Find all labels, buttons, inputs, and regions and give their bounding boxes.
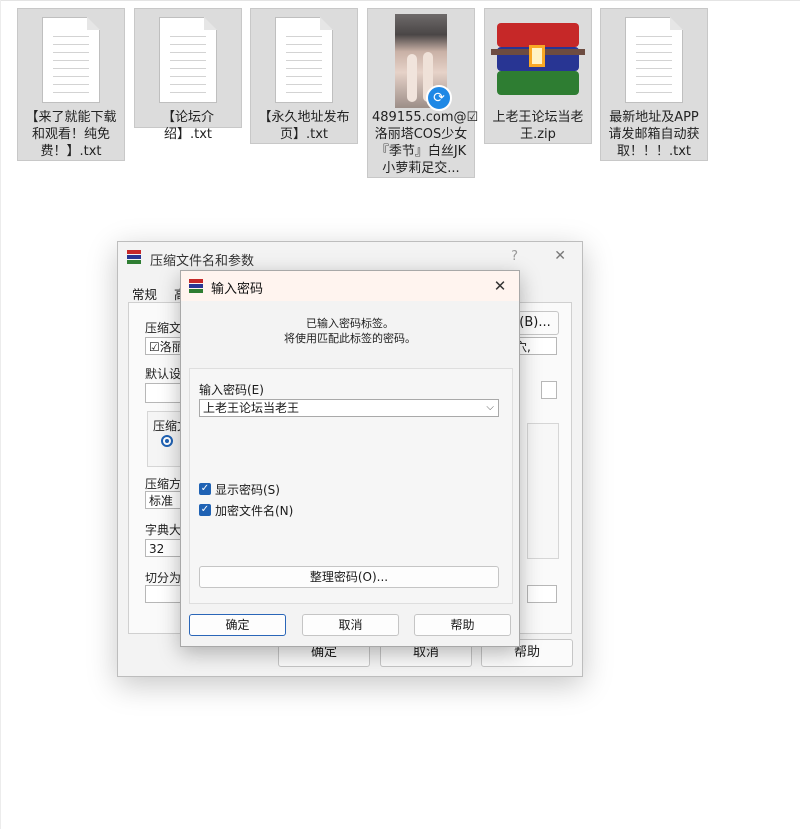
left-border [0, 0, 1, 829]
password-value: 上老王论坛当老王 [203, 401, 300, 415]
winrar-archive-icon [491, 15, 585, 105]
file-caption: 489155.com@☑洛丽塔COS少女『季节』白丝JK小萝莉足交... [372, 110, 479, 176]
show-password-label[interactable]: 显示密码(S) [215, 481, 280, 498]
text-file-icon [159, 17, 217, 103]
options-group [527, 423, 559, 559]
password-label: 输入密码(E) [199, 383, 264, 397]
rar-format-radio[interactable] [161, 435, 173, 447]
text-file-icon [42, 17, 100, 103]
dialog-titlebar: 输入密码 ✕ [181, 271, 519, 301]
file-tile-permanent-address-txt[interactable]: 【永久地址发布页】.txt [250, 8, 358, 144]
enter-password-dialog: 输入密码 ✕ 已输入密码标签。 将使用匹配此标签的密码。 输入密码(E) 上老王… [180, 270, 520, 647]
winrar-icon [189, 279, 203, 293]
options-select[interactable] [541, 381, 557, 399]
close-icon[interactable]: ✕ [554, 248, 566, 264]
encrypt-filenames-checkbox[interactable]: ✓ [199, 504, 211, 516]
file-tile-video[interactable]: ⟳ 489155.com@☑洛丽塔COS少女『季节』白丝JK小萝莉足交... [367, 8, 479, 178]
info-line-2: 将使用匹配此标签的密码。 [284, 332, 416, 345]
winrar-icon [127, 250, 141, 264]
password-input[interactable]: 上老王论坛当老王 ⌵ [199, 399, 499, 417]
file-tile-zip[interactable]: 上老王论坛当老王.zip [484, 8, 592, 144]
shortcut-badge-icon: ⟳ [426, 85, 452, 111]
info-line-1: 已输入密码标签。 [306, 317, 394, 330]
file-caption: 上老王论坛当老王.zip [492, 110, 584, 142]
file-tile-download-txt[interactable]: 【来了就能下载和观看！纯免费！】.txt [17, 8, 125, 161]
chevron-down-icon[interactable]: ⌵ [486, 400, 494, 416]
show-password-checkbox[interactable]: ✓ [199, 483, 211, 495]
dialog-title: 输入密码 [211, 282, 264, 297]
text-file-icon [625, 17, 683, 103]
file-tile-forum-intro-txt[interactable]: 【论坛介绍】.txt [134, 8, 242, 142]
file-tile-latest-address-txt[interactable]: 最新地址及APP请发邮箱自动获取！！！.txt [600, 8, 708, 161]
text-file-icon [275, 17, 333, 103]
top-border [0, 0, 800, 1]
set-password-field[interactable] [527, 585, 557, 603]
tab-general[interactable]: 常规 [132, 284, 157, 303]
close-icon[interactable]: ✕ [489, 275, 511, 297]
encrypt-filenames-label[interactable]: 加密文件名(N) [215, 502, 293, 519]
help-button[interactable]: 帮助 [414, 614, 511, 636]
file-caption: 最新地址及APP请发邮箱自动获取！！！.txt [608, 110, 700, 159]
file-caption: 【论坛介绍】.txt [161, 110, 214, 142]
ok-button[interactable]: 确定 [189, 614, 286, 636]
dialog-title: 压缩文件名和参数 [150, 254, 255, 269]
organize-passwords-button[interactable]: 整理密码(O)... [199, 566, 499, 588]
file-caption: 【永久地址发布页】.txt [258, 110, 350, 142]
help-icon[interactable]: ? [511, 249, 518, 264]
cancel-button[interactable]: 取消 [302, 614, 399, 636]
file-caption: 【来了就能下载和观看！纯免费！】.txt [25, 110, 117, 159]
